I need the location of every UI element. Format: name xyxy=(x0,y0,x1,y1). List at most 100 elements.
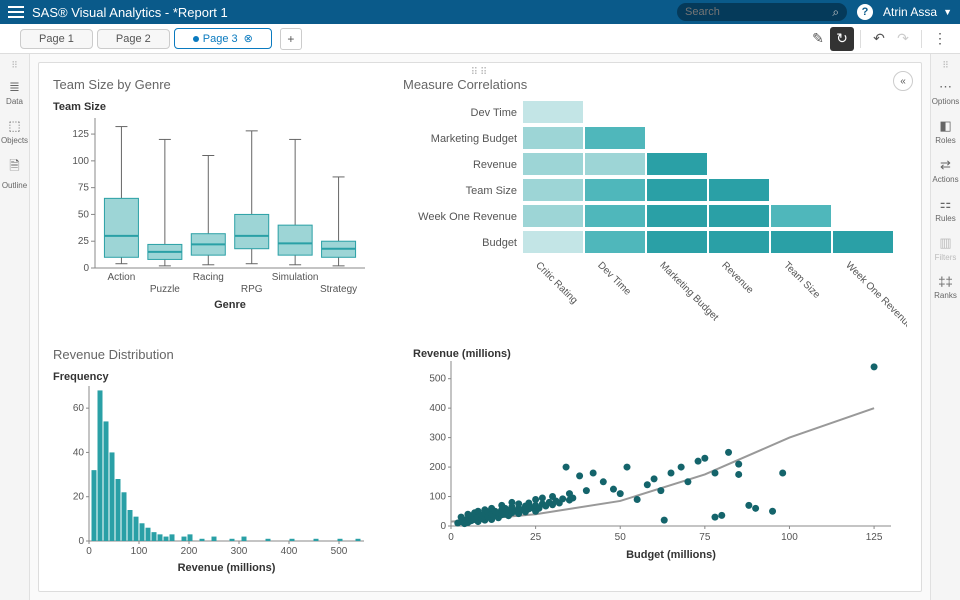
heatmap-col-label: Team Size xyxy=(781,260,833,312)
heatmap-cell[interactable] xyxy=(523,101,583,123)
rail-label: Filters xyxy=(935,253,957,262)
collapse-button[interactable]: « xyxy=(893,71,913,91)
chart-scatter[interactable]: Revenue (millions)0100200300400500025507… xyxy=(403,347,907,581)
chart-boxplot[interactable]: Team Size by Genre Team Size025507510012… xyxy=(53,77,373,337)
rail-item-outline[interactable]: 🗎Outline xyxy=(1,151,29,196)
options-icon: ⋯ xyxy=(939,79,952,95)
modified-dot-icon xyxy=(193,36,199,42)
svg-text:100: 100 xyxy=(72,156,89,167)
rail-label: Data xyxy=(6,97,23,106)
heatmap-row-label: Budget xyxy=(403,237,523,249)
search-input[interactable] xyxy=(685,6,828,18)
heatmap-cell[interactable] xyxy=(771,205,831,227)
tab-page-2[interactable]: Page 2 xyxy=(97,29,170,49)
chevron-down-icon: ▼ xyxy=(943,7,952,17)
user-menu[interactable]: Atrin Assa ▼ xyxy=(883,5,952,19)
search-icon[interactable]: ⌕ xyxy=(832,5,839,20)
svg-text:0: 0 xyxy=(83,263,89,274)
right-rail: ⠿⋯Options◧Roles⇄Actions⚏Rules▥Filters‡‡R… xyxy=(930,54,960,600)
app-title: SAS® Visual Analytics - *Report 1 xyxy=(32,5,228,20)
heatmap-cell[interactable] xyxy=(709,179,769,201)
chart-title: Team Size by Genre xyxy=(53,77,373,92)
rail-item-options[interactable]: ⋯ Options xyxy=(932,73,960,112)
rail-label: Objects xyxy=(1,136,28,145)
close-tab-icon[interactable]: ⊗ xyxy=(244,33,253,45)
svg-text:Revenue (millions): Revenue (millions) xyxy=(178,562,276,574)
svg-text:125: 125 xyxy=(866,532,883,543)
svg-text:Genre: Genre xyxy=(214,299,246,311)
svg-text:Team Size: Team Size xyxy=(53,101,106,113)
svg-text:0: 0 xyxy=(440,521,446,532)
heatmap-cell[interactable] xyxy=(771,231,831,253)
help-button[interactable]: ? xyxy=(857,4,873,20)
report-page[interactable]: ⠿⠿ « Team Size by Genre Team Size0255075… xyxy=(38,62,922,592)
svg-text:200: 200 xyxy=(429,462,446,473)
canvas: ⠿⠿ « Team Size by Genre Team Size0255075… xyxy=(30,54,930,600)
rail-label: Roles xyxy=(935,136,955,145)
svg-text:400: 400 xyxy=(281,546,298,557)
svg-text:400: 400 xyxy=(429,403,446,414)
actions-icon: ⇄ xyxy=(940,157,951,173)
undo-button[interactable]: ↶ xyxy=(867,27,891,51)
heatmap-row-label: Revenue xyxy=(403,159,523,171)
heatmap-cell[interactable] xyxy=(585,127,645,149)
svg-text:50: 50 xyxy=(78,209,90,220)
heatmap-cell[interactable] xyxy=(523,127,583,149)
ranks-icon: ‡‡ xyxy=(938,274,952,289)
heatmap-cell[interactable] xyxy=(647,205,707,227)
heatmap-cell[interactable] xyxy=(585,153,645,175)
heatmap-cell[interactable] xyxy=(585,205,645,227)
heatmap-row: Revenue xyxy=(403,152,907,178)
heatmap-row-label: Team Size xyxy=(403,185,523,197)
svg-text:Racing: Racing xyxy=(193,272,224,283)
search-box[interactable]: ⌕ xyxy=(677,3,847,21)
chart-histogram[interactable]: Revenue Distribution Frequency0204060010… xyxy=(53,347,373,581)
svg-text:75: 75 xyxy=(699,532,711,543)
svg-text:0: 0 xyxy=(86,546,92,557)
heatmap-row-label: Marketing Budget xyxy=(403,133,523,145)
rail-item-data[interactable]: ≣Data xyxy=(1,73,29,112)
heatmap-row: Dev Time xyxy=(403,100,907,126)
overflow-menu-button[interactable]: ⋮ xyxy=(928,27,952,51)
rail-item-rules[interactable]: ⚏Rules xyxy=(932,190,960,229)
svg-text:50: 50 xyxy=(615,532,627,543)
heatmap-row: Team Size xyxy=(403,178,907,204)
tab-page-1[interactable]: Page 1 xyxy=(20,29,93,49)
heatmap-cell[interactable] xyxy=(523,205,583,227)
heatmap-row-label: Week One Revenue xyxy=(403,211,523,223)
rail-label: Options xyxy=(932,97,960,106)
svg-text:200: 200 xyxy=(181,546,198,557)
svg-text:60: 60 xyxy=(73,403,85,414)
add-tab-button[interactable]: + xyxy=(280,28,302,50)
heatmap-cell[interactable] xyxy=(585,231,645,253)
rail-item-ranks[interactable]: ‡‡Ranks xyxy=(932,268,960,306)
drag-handle-icon[interactable]: ⠿⠿ xyxy=(471,67,490,78)
menu-icon[interactable] xyxy=(8,6,24,18)
filters-icon: ▥ xyxy=(939,235,951,251)
heatmap-cell[interactable] xyxy=(709,231,769,253)
heatmap-cell[interactable] xyxy=(833,231,893,253)
refresh-button[interactable]: ↻ xyxy=(830,27,854,51)
heatmap-cell[interactable] xyxy=(585,179,645,201)
rules-icon: ⚏ xyxy=(940,196,952,212)
heatmap-cell[interactable] xyxy=(647,231,707,253)
chart-correlation[interactable]: Measure Correlations Dev TimeMarketing B… xyxy=(403,77,907,337)
svg-text:Strategy: Strategy xyxy=(320,284,357,295)
heatmap-cell[interactable] xyxy=(647,153,707,175)
heatmap-cell[interactable] xyxy=(523,153,583,175)
heatmap-row: Marketing Budget xyxy=(403,126,907,152)
svg-text:300: 300 xyxy=(429,433,446,444)
tab-page-3[interactable]: Page 3⊗ xyxy=(174,28,272,49)
heatmap-cell[interactable] xyxy=(709,205,769,227)
svg-text:0: 0 xyxy=(78,536,84,547)
rail-item-actions[interactable]: ⇄Actions xyxy=(932,151,960,190)
rail-item-roles[interactable]: ◧Roles xyxy=(932,112,960,151)
svg-text:500: 500 xyxy=(429,374,446,385)
heatmap-row: Budget xyxy=(403,230,907,256)
redo-button[interactable]: ↷ xyxy=(891,27,915,51)
pin-button[interactable]: ✎ xyxy=(806,27,830,51)
heatmap-cell[interactable] xyxy=(523,231,583,253)
heatmap-cell[interactable] xyxy=(647,179,707,201)
rail-item-objects[interactable]: ⬚Objects xyxy=(1,112,29,151)
heatmap-cell[interactable] xyxy=(523,179,583,201)
